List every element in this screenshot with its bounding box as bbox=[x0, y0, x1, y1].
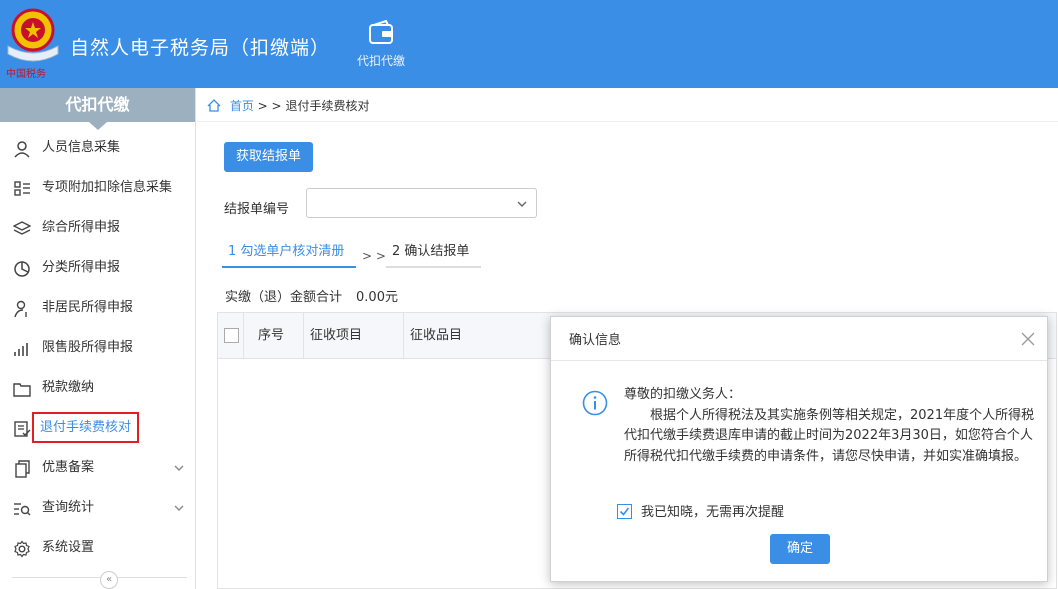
sidebar-item-comprehensive-income[interactable]: 综合所得申报 bbox=[0, 208, 195, 248]
checkmark-icon bbox=[619, 507, 630, 516]
sidebar-title: 代扣代缴 bbox=[0, 88, 195, 130]
wallet-icon bbox=[369, 20, 393, 44]
breadcrumb-home-link[interactable]: 首页 bbox=[230, 99, 254, 113]
top-nav-withholding[interactable]: 代扣代缴 bbox=[349, 20, 413, 69]
sidebar-item-restricted-shares[interactable]: 限售股所得申报 bbox=[0, 328, 195, 368]
sidebar-menu: 人员信息采集 专项附加扣除信息采集 综合所得申报 分类所得申报 非居民所得申报 … bbox=[0, 128, 195, 568]
sidebar-item-label: 专项附加扣除信息采集 bbox=[42, 180, 173, 195]
dialog-message-text: 根据个人所得税法及其实施条例等相关规定，2021年度个人所得税代扣代缴手续费退库… bbox=[624, 407, 1035, 464]
sidebar-item-classified-income[interactable]: 分类所得申报 bbox=[0, 248, 195, 288]
total-amount-label: 实缴（退）金额合计 bbox=[225, 290, 343, 305]
sidebar-item-label: 非居民所得申报 bbox=[42, 300, 134, 315]
sidebar-item-system-settings[interactable]: 系统设置 bbox=[0, 528, 195, 568]
person-icon bbox=[14, 141, 30, 158]
report-number-label: 结报单编号 bbox=[224, 202, 290, 217]
sidebar-item-label: 退付手续费核对 bbox=[32, 412, 140, 443]
chevron-down-icon bbox=[517, 201, 527, 207]
dialog-greeting: 尊敬的扣缴义务人： bbox=[624, 387, 742, 402]
sidebar-item-label: 优惠备案 bbox=[42, 460, 95, 475]
sidebar-item-label: 限售股所得申报 bbox=[42, 340, 134, 355]
app-header: 中国税务 自然人电子税务局（扣缴端） 代扣代缴 bbox=[0, 0, 1058, 88]
sidebar-item-label: 分类所得申报 bbox=[42, 260, 121, 275]
folder-icon bbox=[13, 383, 31, 397]
sidebar-item-nonresident-income[interactable]: 非居民所得申报 bbox=[0, 288, 195, 328]
dialog-title: 确认信息 bbox=[569, 333, 622, 348]
sidebar-item-special-deduction[interactable]: 专项附加扣除信息采集 bbox=[0, 168, 195, 208]
fetch-report-button[interactable]: 获取结报单 bbox=[224, 142, 313, 172]
confirm-dialog: 确认信息 尊敬的扣缴义务人： 根据个人所得税法及其实施条例等相关规定，2021年… bbox=[550, 316, 1048, 582]
ok-button[interactable]: 确定 bbox=[770, 534, 830, 564]
top-nav-label: 代扣代缴 bbox=[356, 54, 405, 68]
person-outline-icon bbox=[14, 300, 27, 318]
sidebar-item-label: 综合所得申报 bbox=[42, 220, 121, 235]
chevron-down-icon bbox=[174, 505, 184, 511]
sidebar-item-label: 查询统计 bbox=[42, 500, 95, 515]
sidebar-item-query-stats[interactable]: 查询统计 bbox=[0, 488, 195, 528]
search-list-icon bbox=[14, 503, 31, 516]
breadcrumb-current: 退付手续费核对 bbox=[285, 99, 370, 113]
select-all-checkbox[interactable] bbox=[224, 328, 239, 343]
gear-icon bbox=[14, 540, 30, 558]
breadcrumb: 首页 > > 退付手续费核对 bbox=[197, 88, 1058, 122]
tax-emblem-logo: 中国税务 bbox=[6, 8, 59, 80]
header-select-all bbox=[218, 313, 244, 359]
copy-icon bbox=[15, 460, 30, 478]
sidebar-footer: « bbox=[12, 571, 187, 589]
list-icon bbox=[14, 181, 30, 196]
home-icon bbox=[207, 99, 221, 112]
info-icon bbox=[582, 390, 608, 416]
sidebar-item-label: 系统设置 bbox=[42, 540, 95, 555]
column-header-tax-item: 征收项目 bbox=[304, 313, 404, 359]
collapse-sidebar-button[interactable]: « bbox=[100, 571, 118, 589]
total-amount-value: 0.00元 bbox=[356, 290, 398, 305]
breadcrumb-separator: > > bbox=[257, 99, 282, 113]
total-amount: 实缴（退）金额合计 0.00元 bbox=[225, 286, 398, 305]
sidebar: 代扣代缴 人员信息采集 专项附加扣除信息采集 综合所得申报 分类所得申报 非居民… bbox=[0, 88, 196, 589]
step-separator: > > bbox=[362, 249, 386, 263]
dialog-message: 尊敬的扣缴义务人： 根据个人所得税法及其实施条例等相关规定，2021年度个人所得… bbox=[624, 385, 1036, 467]
layers-icon bbox=[13, 221, 31, 235]
chevron-down-icon bbox=[174, 465, 184, 471]
pie-icon bbox=[14, 261, 30, 277]
sidebar-item-personnel-info[interactable]: 人员信息采集 bbox=[0, 128, 195, 168]
sidebar-item-preferential-filing[interactable]: 优惠备案 bbox=[0, 448, 195, 488]
bar-chart-icon bbox=[14, 343, 28, 356]
tab-step-2[interactable]: 2 确认结报单 bbox=[386, 240, 481, 268]
app-title: 自然人电子税务局（扣缴端） bbox=[70, 37, 331, 59]
sidebar-item-tax-payment[interactable]: 税款缴纳 bbox=[0, 368, 195, 408]
sidebar-item-refund-fee-check[interactable]: 退付手续费核对 bbox=[0, 408, 195, 448]
close-icon[interactable] bbox=[1021, 332, 1035, 346]
dialog-header: 确认信息 bbox=[551, 317, 1047, 361]
sidebar-item-label: 人员信息采集 bbox=[42, 140, 121, 155]
tab-step-1[interactable]: 1 勾选单户核对清册 bbox=[222, 240, 356, 268]
column-header-index: 序号 bbox=[244, 313, 304, 359]
report-number-select[interactable] bbox=[306, 188, 537, 218]
document-check-icon bbox=[14, 421, 31, 437]
sidebar-item-label: 税款缴纳 bbox=[42, 380, 95, 395]
column-header-tax-subitem: 征收品目 bbox=[410, 328, 463, 343]
dont-remind-checkbox[interactable]: 我已知晓，无需再次提醒 bbox=[617, 504, 784, 521]
checkbox-label: 我已知晓，无需再次提醒 bbox=[641, 505, 785, 520]
checkbox-box[interactable] bbox=[617, 504, 632, 519]
emblem-text: 中国税务 bbox=[6, 67, 46, 80]
